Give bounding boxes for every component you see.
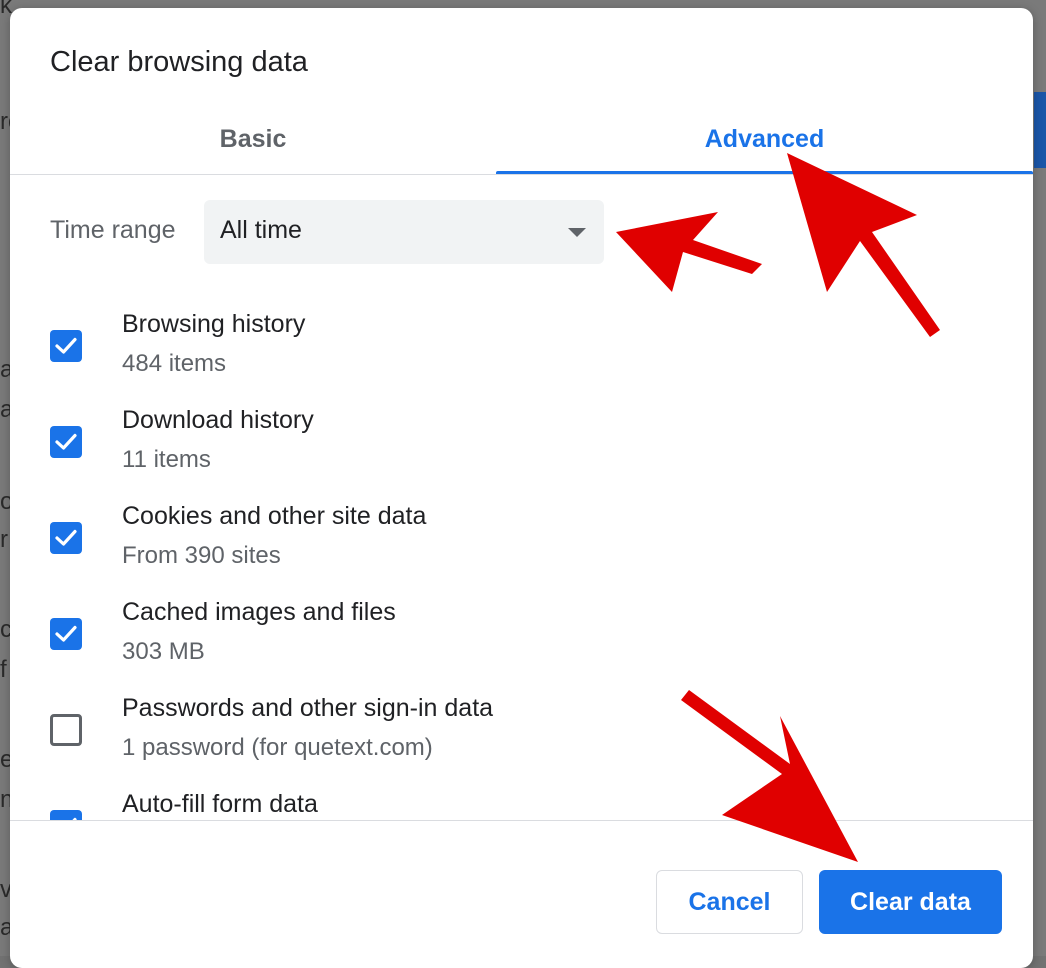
cached-files-checkbox[interactable] — [50, 618, 82, 650]
list-item-cookies: Cookies and other site data From 390 sit… — [10, 480, 1033, 576]
dropdown-arrow-icon — [568, 228, 586, 237]
browsing-history-checkbox[interactable] — [50, 330, 82, 362]
checkmark-icon — [55, 529, 77, 546]
item-label: Cookies and other site data — [122, 502, 427, 530]
item-detail: 11 items — [122, 446, 211, 473]
time-range-dropdown[interactable]: All time — [204, 200, 604, 264]
tab-basic[interactable]: Basic — [10, 104, 496, 174]
list-item-cached-files: Cached images and files 303 MB — [10, 576, 1033, 672]
download-history-checkbox[interactable] — [50, 426, 82, 458]
time-range-label: Time range — [50, 216, 176, 244]
background-button-edge — [1034, 92, 1046, 168]
item-detail: 303 MB — [122, 638, 205, 665]
time-range-value: All time — [220, 216, 302, 244]
list-item-browsing-history: Browsing history 484 items — [10, 288, 1033, 384]
background-text: f — [0, 656, 7, 683]
clear-browsing-data-dialog: Clear browsing data Basic Advanced Time … — [10, 8, 1033, 968]
cookies-checkbox[interactable] — [50, 522, 82, 554]
footer-divider — [10, 820, 1033, 821]
list-item-passwords: Passwords and other sign-in data 1 passw… — [10, 672, 1033, 768]
item-label: Auto-fill form data — [122, 790, 318, 818]
item-detail: 484 items — [122, 350, 227, 377]
tab-bar: Basic Advanced — [10, 104, 1033, 174]
item-label: Download history — [122, 406, 314, 434]
background-text: r — [0, 526, 8, 553]
item-label: Cached images and files — [122, 598, 396, 626]
data-type-list[interactable]: Browsing history 484 items Download hist… — [10, 288, 1033, 820]
checkmark-icon — [55, 337, 77, 354]
item-detail: From 390 sites — [122, 542, 281, 569]
cancel-button[interactable]: Cancel — [656, 870, 803, 934]
tab-advanced[interactable]: Advanced — [496, 104, 1033, 174]
checkmark-icon — [55, 433, 77, 450]
list-item-autofill: Auto-fill form data — [10, 768, 1033, 820]
item-detail: 1 password (for quetext.com) — [122, 734, 433, 761]
autofill-checkbox[interactable] — [50, 810, 82, 820]
dialog-title: Clear browsing data — [50, 46, 308, 78]
passwords-checkbox[interactable] — [50, 714, 82, 746]
item-label: Passwords and other sign-in data — [122, 694, 494, 722]
tabs-divider — [10, 174, 1033, 175]
checkmark-icon — [55, 625, 77, 642]
list-item-download-history: Download history 11 items — [10, 384, 1033, 480]
clear-data-button[interactable]: Clear data — [819, 870, 1002, 934]
item-label: Browsing history — [122, 310, 306, 338]
